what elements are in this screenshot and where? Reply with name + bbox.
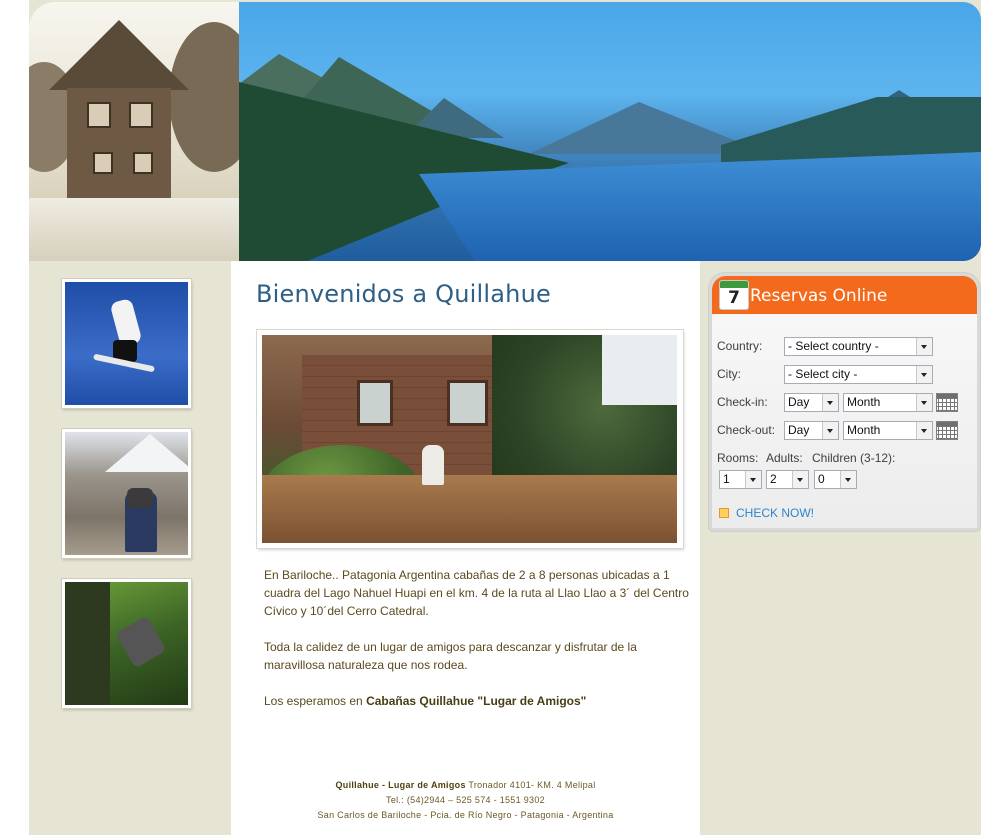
checkout-day-value: Day bbox=[788, 423, 810, 437]
checkin-label: Check-in: bbox=[717, 395, 768, 409]
reservas-title: Reservas Online bbox=[750, 286, 888, 306]
checkout-month-value: Month bbox=[847, 423, 881, 437]
country-label: Country: bbox=[717, 339, 763, 353]
city-select-value: - Select city - bbox=[788, 367, 858, 381]
checkout-day-select[interactable]: Day bbox=[784, 421, 839, 440]
chevron-down-icon bbox=[916, 338, 932, 355]
city-label: City: bbox=[717, 367, 741, 381]
checkout-month-select[interactable]: Month bbox=[843, 421, 933, 440]
adults-value: 2 bbox=[770, 472, 777, 486]
invite-text: Los esperamos en bbox=[264, 694, 367, 708]
rooms-value: 1 bbox=[723, 472, 730, 486]
checkout-label: Check-out: bbox=[717, 423, 776, 437]
checkout-calendar-icon[interactable] bbox=[936, 421, 958, 440]
footer: Quillahue - Lugar de Amigos Tronador 410… bbox=[231, 778, 700, 823]
checkin-day-value: Day bbox=[788, 395, 810, 409]
header-banner bbox=[29, 2, 981, 261]
children-select[interactable]: 0 bbox=[814, 470, 857, 489]
adults-select[interactable]: 2 bbox=[766, 470, 809, 489]
intro-paragraph-3: Los esperamos en Cabañas Quillahue "Luga… bbox=[264, 692, 689, 710]
checkin-day-select[interactable]: Day bbox=[784, 393, 839, 412]
cabin-main-photo bbox=[257, 330, 683, 548]
city-select[interactable]: - Select city - bbox=[784, 365, 933, 384]
footer-address: Tronador 4101- KM. 4 Melipal bbox=[465, 780, 596, 790]
chevron-down-icon bbox=[822, 394, 838, 411]
country-select-value: - Select country - bbox=[788, 339, 879, 353]
adults-label: Adults: bbox=[766, 451, 803, 465]
footer-name: Quillahue - Lugar de Amigos bbox=[335, 780, 466, 790]
checkin-month-select[interactable]: Month bbox=[843, 393, 933, 412]
children-value: 0 bbox=[818, 472, 825, 486]
bullet-icon bbox=[719, 507, 729, 518]
children-label: Children (3-12): bbox=[812, 451, 896, 465]
check-now-link[interactable]: CHECK NOW! bbox=[719, 506, 814, 520]
chevron-down-icon bbox=[822, 422, 838, 439]
lake-photo bbox=[239, 2, 981, 261]
checkin-calendar-icon[interactable] bbox=[936, 393, 958, 412]
chevron-down-icon bbox=[916, 422, 932, 439]
footer-phone: Tel.: (54)2944 – 525 574 - 1551 9302 bbox=[386, 795, 545, 805]
cabin-photo bbox=[29, 2, 239, 261]
reservas-header: 7 Reservas Online bbox=[712, 276, 977, 314]
snowboard-thumbnail bbox=[62, 279, 191, 408]
climbing-thumbnail bbox=[62, 579, 191, 708]
chevron-down-icon bbox=[840, 471, 856, 488]
chevron-down-icon bbox=[792, 471, 808, 488]
footer-city: San Carlos de Bariloche - Pcia. de Río N… bbox=[317, 810, 614, 820]
checkin-month-value: Month bbox=[847, 395, 881, 409]
intro-text: En Bariloche.. Patagonia Argentina cabañ… bbox=[264, 566, 689, 728]
chevron-down-icon bbox=[745, 471, 761, 488]
rooms-label: Rooms: bbox=[717, 451, 759, 465]
country-select[interactable]: - Select country - bbox=[784, 337, 933, 356]
rooms-select[interactable]: 1 bbox=[719, 470, 762, 489]
chevron-down-icon bbox=[916, 394, 932, 411]
hiking-thumbnail bbox=[62, 429, 191, 558]
invite-brand: Cabañas Quillahue "Lugar de Amigos" bbox=[366, 694, 587, 708]
calendar-icon: 7 bbox=[720, 281, 748, 309]
intro-paragraph-1: En Bariloche.. Patagonia Argentina cabañ… bbox=[264, 568, 689, 618]
chevron-down-icon bbox=[916, 366, 932, 383]
check-now-label: CHECK NOW! bbox=[736, 506, 814, 520]
intro-paragraph-2: Toda la calidez de un lugar de amigos pa… bbox=[264, 640, 637, 672]
page-title: Bienvenidos a Quillahue bbox=[256, 280, 551, 308]
